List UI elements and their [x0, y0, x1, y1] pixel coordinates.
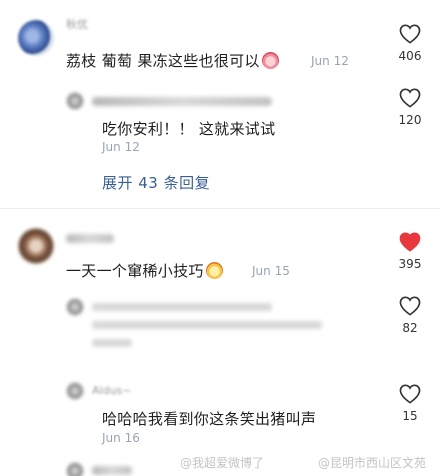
blurred-reply-content — [92, 303, 332, 357]
reply-text: 哈哈哈我看到你这条笑出猪叫声 — [102, 410, 317, 428]
watermark: @昆明市西山区文苑 — [318, 456, 427, 470]
comment-text: 一天一个窜稀小技巧 — [66, 260, 223, 281]
divider — [0, 208, 440, 209]
comment-text: 荔枝 葡萄 果冻这些也很可以 — [66, 50, 279, 71]
username[interactable] — [92, 466, 132, 475]
username[interactable]: 秋优 — [66, 16, 88, 32]
avatar[interactable] — [66, 382, 84, 400]
heart-outline-icon — [399, 88, 421, 108]
pig-emoji-icon — [261, 52, 279, 69]
heart-outline-icon — [399, 24, 421, 44]
watermark: @我超爱微博了 — [180, 456, 265, 470]
comment-text-content: 荔枝 葡萄 果冻这些也很可以 — [66, 52, 260, 70]
avatar[interactable] — [18, 228, 54, 264]
username[interactable] — [66, 234, 114, 243]
like-button[interactable]: 120 — [390, 88, 430, 127]
comment-text-content: 一天一个窜稀小技巧 — [66, 262, 204, 280]
reply-text: 吃你安利！！ 这就来试试 — [102, 120, 276, 138]
reply-date: Jun 16 — [102, 431, 140, 445]
heart-outline-icon — [399, 384, 421, 404]
like-count: 406 — [398, 49, 422, 63]
like-button[interactable]: 82 — [390, 296, 430, 335]
heart-filled-icon — [399, 232, 421, 252]
avatar[interactable] — [66, 462, 84, 476]
like-count: 120 — [398, 113, 422, 127]
username[interactable] — [92, 97, 272, 106]
like-button[interactable]: 406 — [390, 24, 430, 63]
like-count: 15 — [402, 409, 418, 423]
like-count: 395 — [398, 257, 422, 271]
comment-date: Jun 15 — [252, 264, 290, 278]
like-count: 82 — [402, 321, 418, 335]
expand-replies-link[interactable]: 展开 43 条回复 — [102, 172, 210, 193]
crying-emoji-icon — [205, 262, 223, 279]
reply-date: Jun 12 — [102, 140, 140, 154]
like-button[interactable]: 15 — [390, 384, 430, 423]
like-button[interactable]: 395 — [390, 232, 430, 271]
avatar[interactable] — [66, 298, 84, 316]
avatar[interactable] — [18, 20, 54, 56]
username[interactable]: Aldus~ — [92, 384, 131, 397]
comment-date: Jun 12 — [311, 54, 349, 68]
heart-outline-icon — [399, 296, 421, 316]
avatar[interactable] — [66, 92, 84, 110]
